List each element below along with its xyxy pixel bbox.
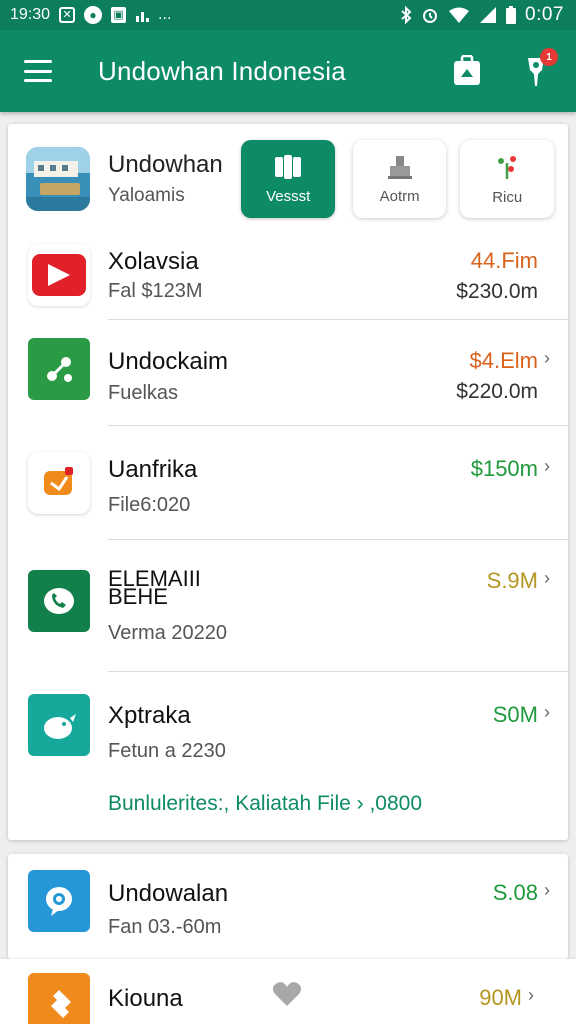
card-header: Undowhan Yaloamis Vessst Aotrm Ricu <box>8 124 568 220</box>
item-subtitle: Fan 03.-60m <box>108 916 222 938</box>
play-icon <box>28 244 90 306</box>
item-title: ELEMAIII BEHE <box>108 566 201 609</box>
status-right: 0:07 <box>400 4 564 26</box>
signal-icon <box>479 7 497 23</box>
item-title: Undockaim <box>108 348 229 375</box>
chip-vessst-label: Vessst <box>266 187 311 205</box>
item-subtitle: Fetun a 2230 <box>108 740 226 762</box>
status-left: 19:30 ✕ ● ▣ ... <box>10 6 171 24</box>
bluetooth-icon <box>400 6 412 24</box>
item-title: Kiouna <box>108 985 183 1012</box>
status-time-left: 19:30 <box>10 6 51 23</box>
item-subtitle: Verma 20220 <box>108 622 227 644</box>
building-icon <box>387 155 412 179</box>
item-subtitle: Fuelkas <box>108 382 179 404</box>
puzzle-icon <box>28 973 90 1024</box>
circle-app-icon: ● <box>84 6 103 24</box>
item-title: Undowalan <box>108 880 229 907</box>
phone-icon <box>28 570 90 632</box>
app-bar: Undowhan Indonesia 1 <box>0 30 576 112</box>
list-item[interactable]: Undowalan Fan 03.-60m S.08 › <box>8 854 568 959</box>
bars-icon <box>135 8 150 22</box>
item-amount-secondary: $220.0m <box>456 380 538 403</box>
item-title: Xptraka <box>108 702 191 729</box>
item-amount: 90M <box>479 985 522 1010</box>
bird-icon <box>28 694 90 756</box>
message-icon <box>28 870 90 932</box>
chip-aotrm-label: Aotrm <box>379 187 420 205</box>
status-dots: ... <box>158 6 172 23</box>
item-amount: $150m <box>470 456 538 481</box>
item-subtitle: Fal $123M <box>108 280 203 302</box>
chip-ricu-label: Ricu <box>492 188 523 206</box>
document-icon <box>275 154 302 179</box>
status-time-right: 0:07 <box>525 4 564 25</box>
app-title: Undowhan Indonesia <box>98 55 346 86</box>
chevron-right-icon: › <box>544 456 550 476</box>
secondary-card: Undowalan Fan 03.-60m S.08 › <box>8 854 568 959</box>
alarm-icon <box>421 6 439 24</box>
header-subtitle: Yaloamis <box>108 185 185 206</box>
item-amount: S.9M <box>486 568 538 593</box>
notification-badge: 1 <box>540 48 558 66</box>
bottom-card: Kiouna 90M › <box>0 959 576 1024</box>
share-icon <box>28 338 90 400</box>
header-text: Undowhan Yaloamis <box>108 151 231 207</box>
footer-link[interactable]: Bunlulerites:, Kaliatah File › ,0800 <box>108 792 422 816</box>
chip-aotrm[interactable]: Aotrm <box>352 140 447 218</box>
chevron-right-icon: › <box>544 880 550 900</box>
chip-vessst[interactable]: Vessst <box>241 140 335 218</box>
menu-icon[interactable] <box>24 60 52 82</box>
item-amount: S.08 <box>492 880 538 905</box>
item-amount: S0M <box>492 702 538 727</box>
status-bar: 19:30 ✕ ● ▣ ... 0:07 <box>0 0 576 30</box>
list-item[interactable]: Xptraka Fetun a 2230 S0M › <box>8 672 568 782</box>
item-title: Uanfrika <box>108 456 198 483</box>
list-item[interactable]: ELEMAIII BEHE Verma 20220 S.9M › <box>8 540 568 672</box>
list-item[interactable]: Uanfrika File6:020 $150m › <box>8 426 568 540</box>
chat-bubble-icon <box>28 452 90 514</box>
x-box-icon: ✕ <box>59 7 76 23</box>
list-item[interactable]: Kiouna 90M › <box>0 959 560 1024</box>
item-title: Xolavsia <box>108 248 199 275</box>
list-item[interactable]: Undockaim Fuelkas $4.Elm $220.0m › <box>8 320 568 426</box>
heart-icon[interactable] <box>272 981 302 1012</box>
chip-ricu[interactable]: Ricu <box>460 140 554 218</box>
battery-icon <box>506 6 517 24</box>
header-title: Undowhan <box>108 151 223 178</box>
item-subtitle: File6:020 <box>108 494 191 516</box>
shopping-bag-icon[interactable] <box>452 54 482 87</box>
notification-icon[interactable]: 1 <box>522 48 558 88</box>
flower-icon <box>498 155 517 179</box>
square-app-icon: ▣ <box>111 7 127 23</box>
item-amount-secondary: $230.0m <box>456 280 538 303</box>
list-item[interactable]: Xolavsia Fal $123M 44.Fim $230.0m <box>8 222 568 320</box>
chevron-right-icon: › <box>544 348 550 368</box>
chevron-right-icon: › <box>544 568 550 588</box>
main-card: Undowhan Yaloamis Vessst Aotrm Ricu Xola… <box>8 124 568 840</box>
wifi-icon <box>448 7 470 23</box>
header-thumbnail[interactable] <box>26 147 90 211</box>
chevron-right-icon: › <box>544 702 550 722</box>
chevron-right-icon: › <box>528 985 534 1005</box>
item-amount: 44.Fim <box>470 248 538 273</box>
item-amount: $4.Elm <box>469 348 538 373</box>
